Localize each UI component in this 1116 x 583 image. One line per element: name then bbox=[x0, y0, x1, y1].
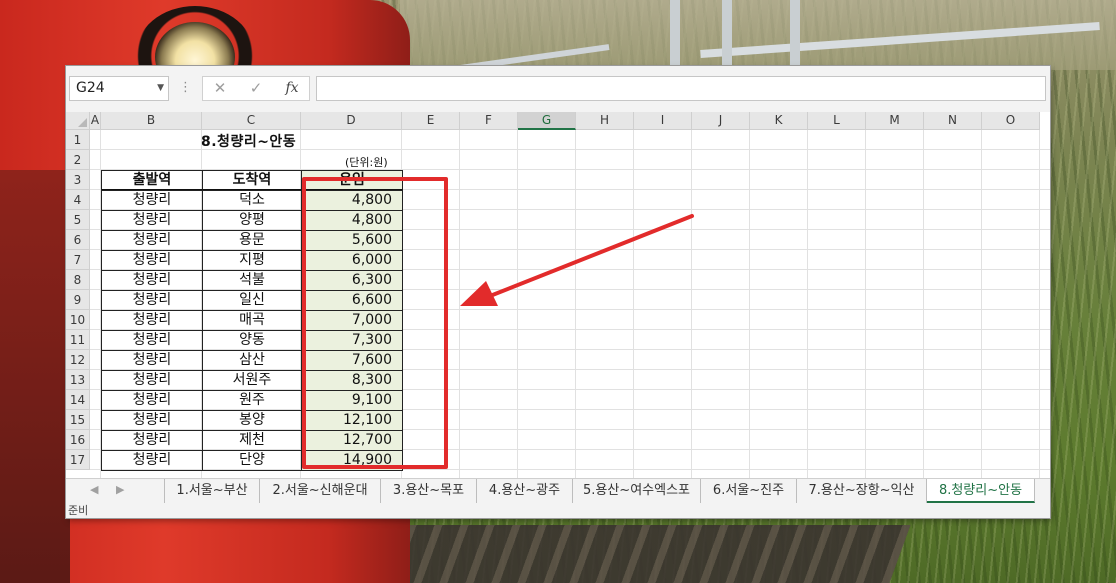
annotation-arrow-icon bbox=[460, 214, 694, 306]
